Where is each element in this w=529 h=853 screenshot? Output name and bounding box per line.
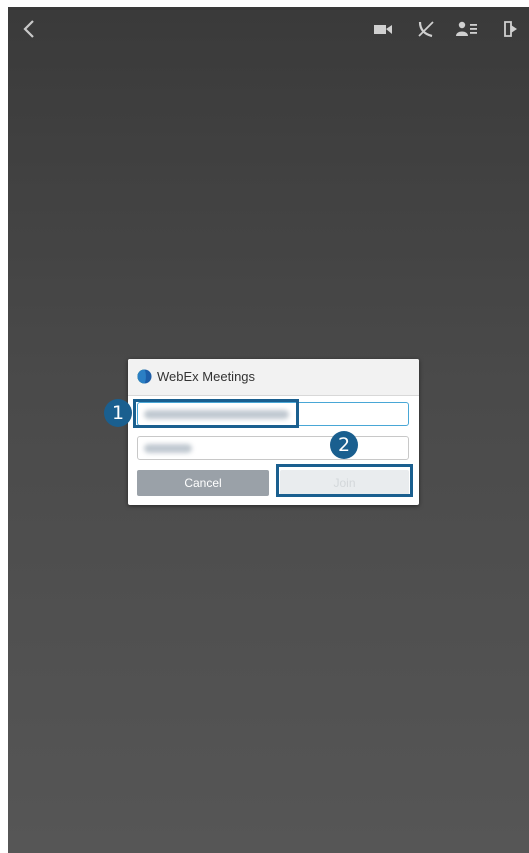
blurred-field-value [144,410,289,419]
callout-badge-1: 1 [104,399,132,427]
meeting-screen: WebEx Meetings Cancel Join 1 2 [8,7,529,853]
meeting-number-field[interactable] [137,402,409,426]
video-camera-icon [374,25,392,34]
back-icon [23,20,34,38]
leave-meeting-button[interactable] [498,17,524,41]
blurred-field-value [144,444,192,453]
join-button[interactable]: Join [280,470,409,496]
meeting-password-field[interactable] [137,436,409,460]
join-meeting-dialog: WebEx Meetings Cancel Join [128,359,419,505]
participants-button[interactable] [454,17,480,41]
callout-badge-2: 2 [330,431,358,459]
dialog-title: WebEx Meetings [157,369,256,384]
mute-call-icon [418,21,434,38]
webex-globe-icon [137,369,152,384]
mute-call-button[interactable] [413,17,439,41]
top-toolbar [8,7,529,51]
participants-icon [456,21,477,36]
video-button[interactable] [370,17,396,41]
back-button[interactable] [16,15,42,43]
cancel-button[interactable]: Cancel [137,470,269,496]
dialog-header: WebEx Meetings [128,359,419,396]
exit-icon [504,21,517,37]
